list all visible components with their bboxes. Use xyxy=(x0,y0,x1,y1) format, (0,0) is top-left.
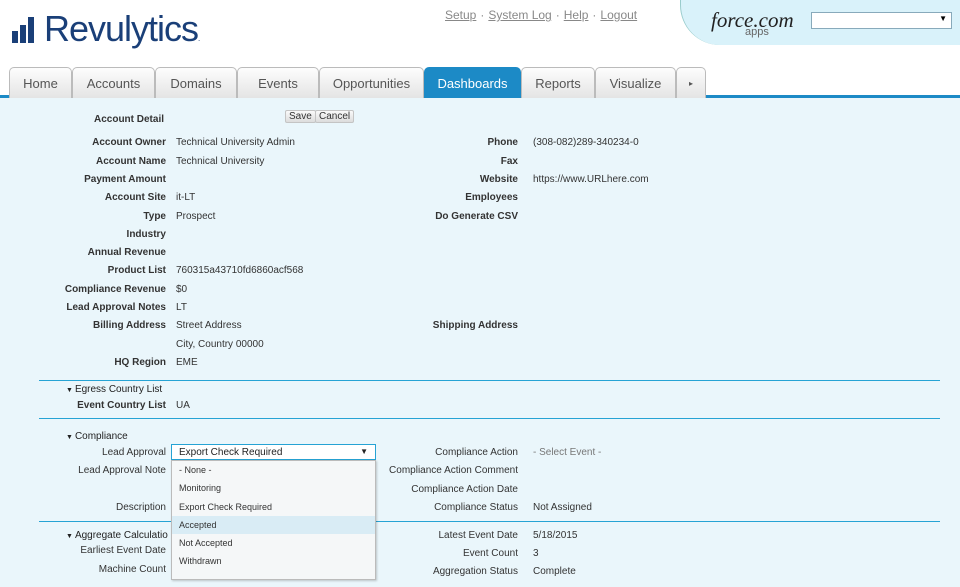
tab-visualize[interactable]: Visualize xyxy=(595,67,676,98)
collapse-triangle-icon: ▼ xyxy=(66,533,73,540)
field-label: Lead Approval Notes xyxy=(66,302,166,313)
field-label: Compliance Action Date xyxy=(411,484,518,495)
chevron-down-icon: ▼ xyxy=(360,447,368,456)
tab-accounts[interactable]: Accounts xyxy=(72,67,155,98)
tab-reports[interactable]: Reports xyxy=(521,67,595,98)
field-value: UA xyxy=(176,400,190,411)
field-label: Account Name xyxy=(95,156,166,167)
bar-chart-logo-icon xyxy=(12,15,42,43)
lead-approval-select[interactable]: Export Check Required ▼ xyxy=(171,444,376,460)
field-label: Description xyxy=(115,502,166,513)
compliance-action-select[interactable]: - Select Event - xyxy=(533,447,601,458)
egress-section-toggle[interactable]: ▼ Egress Country List xyxy=(66,384,162,395)
field-value: Technical University xyxy=(176,156,265,167)
section-divider xyxy=(39,418,940,419)
header: Revulytics. Setup · System Log · Help · Logout… xyxy=(0,0,960,64)
field-label: Product List xyxy=(107,265,166,276)
field-value: Street Address xyxy=(176,320,242,331)
field-label: Machine Count xyxy=(98,564,166,575)
field-label: Employees xyxy=(465,192,518,203)
field-label: Earliest Event Date xyxy=(80,545,166,556)
field-label: Industry xyxy=(126,229,166,240)
option-monitoring[interactable]: Monitoring xyxy=(172,479,375,497)
field-label: HQ Region xyxy=(114,357,166,368)
tab-bar: Home Accounts Domains Events Opportuniti… xyxy=(0,64,960,98)
force-panel: force.com apps ▼ xyxy=(680,0,960,45)
tab-events[interactable]: Events xyxy=(237,67,319,98)
field-label: Shipping Address xyxy=(432,320,518,331)
option-none[interactable]: - None - xyxy=(172,461,375,479)
field-value: City, Country 00000 xyxy=(176,339,264,350)
logout-link[interactable]: Logout xyxy=(600,8,637,22)
field-label: Event Count xyxy=(462,548,518,559)
tab-dashboards[interactable]: Dashboards xyxy=(424,67,521,98)
brand-name: Revulytics. xyxy=(44,8,201,49)
field-label: Type xyxy=(143,211,166,222)
top-links: Setup · System Log · Help · Logout xyxy=(445,8,637,22)
force-com-logo: force.com apps xyxy=(711,8,794,38)
field-value: Not Assigned xyxy=(533,502,592,513)
field-value: Complete xyxy=(533,566,576,577)
field-label: Compliance Revenue xyxy=(64,284,166,295)
field-label: Phone xyxy=(487,137,518,148)
field-value: (308-082)289-340234-0 xyxy=(533,137,639,148)
field-value: Technical University Admin xyxy=(176,137,295,148)
field-label: Compliance Action xyxy=(435,447,518,458)
field-label: Compliance Status xyxy=(434,502,518,513)
option-export-check-required[interactable]: Export Check Required xyxy=(172,498,375,516)
field-value: 3 xyxy=(533,548,539,559)
setup-link[interactable]: Setup xyxy=(445,8,476,22)
option-accepted[interactable]: Accepted xyxy=(172,515,375,535)
collapse-triangle-icon: ▼ xyxy=(66,387,73,394)
field-label: Latest Event Date xyxy=(438,530,519,541)
app-selector[interactable]: ▼ xyxy=(811,12,952,29)
link-separator: · xyxy=(480,8,485,22)
compliance-section-toggle[interactable]: ▼ Compliance xyxy=(66,431,128,442)
field-label: Lead Approval Note xyxy=(78,465,166,476)
tab-domains[interactable]: Domains xyxy=(155,67,237,98)
help-link[interactable]: Help xyxy=(564,8,589,22)
field-label: Account Site xyxy=(104,192,166,203)
field-label: Fax xyxy=(500,156,518,167)
save-button[interactable]: Save xyxy=(285,110,316,123)
collapse-triangle-icon: ▼ xyxy=(66,434,73,441)
field-label: Do Generate CSV xyxy=(435,211,518,222)
aggregate-section-toggle[interactable]: ▼ Aggregate Calculatio xyxy=(66,530,168,541)
field-label: Annual Revenue xyxy=(87,247,166,258)
field-value: EME xyxy=(176,357,198,368)
field-value: $0 xyxy=(176,284,188,295)
link-separator: · xyxy=(555,8,560,22)
field-label: Compliance Action Comment xyxy=(389,465,518,476)
revulytics-logo[interactable]: Revulytics. xyxy=(12,8,200,50)
system-log-link[interactable]: System Log xyxy=(488,8,551,22)
field-label: Billing Address xyxy=(93,320,166,331)
section-divider xyxy=(39,380,940,381)
field-label: Aggregation Status xyxy=(432,566,518,577)
tab-home[interactable]: Home xyxy=(9,67,72,98)
field-label: Payment Amount xyxy=(84,174,166,185)
more-tabs-icon[interactable]: ▸ xyxy=(676,67,706,98)
option-withdrawn[interactable]: Withdrawn xyxy=(172,552,375,570)
field-label: Account Owner xyxy=(92,137,166,148)
link-separator: · xyxy=(592,8,597,22)
lead-approval-options: - None - Monitoring Export Check Require… xyxy=(171,460,376,580)
field-value: 760315a43710fd6860acf568 xyxy=(176,265,304,276)
account-detail-heading: Account Detail xyxy=(93,114,164,125)
field-label: Lead Approval xyxy=(102,447,166,458)
field-label: Website xyxy=(479,174,518,185)
field-value: 5/18/2015 xyxy=(533,530,578,541)
field-value: it-LT xyxy=(176,192,196,203)
field-value: Prospect xyxy=(176,211,216,222)
field-value: LT xyxy=(176,302,187,313)
option-not-accepted[interactable]: Not Accepted xyxy=(172,534,375,552)
field-label: Event Country List xyxy=(77,400,166,411)
tab-opportunities[interactable]: Opportunities xyxy=(319,67,424,98)
cancel-button[interactable]: Cancel xyxy=(315,110,355,123)
website-link[interactable]: https://www.URLhere.com xyxy=(533,174,649,185)
chevron-down-icon: ▼ xyxy=(939,14,947,23)
